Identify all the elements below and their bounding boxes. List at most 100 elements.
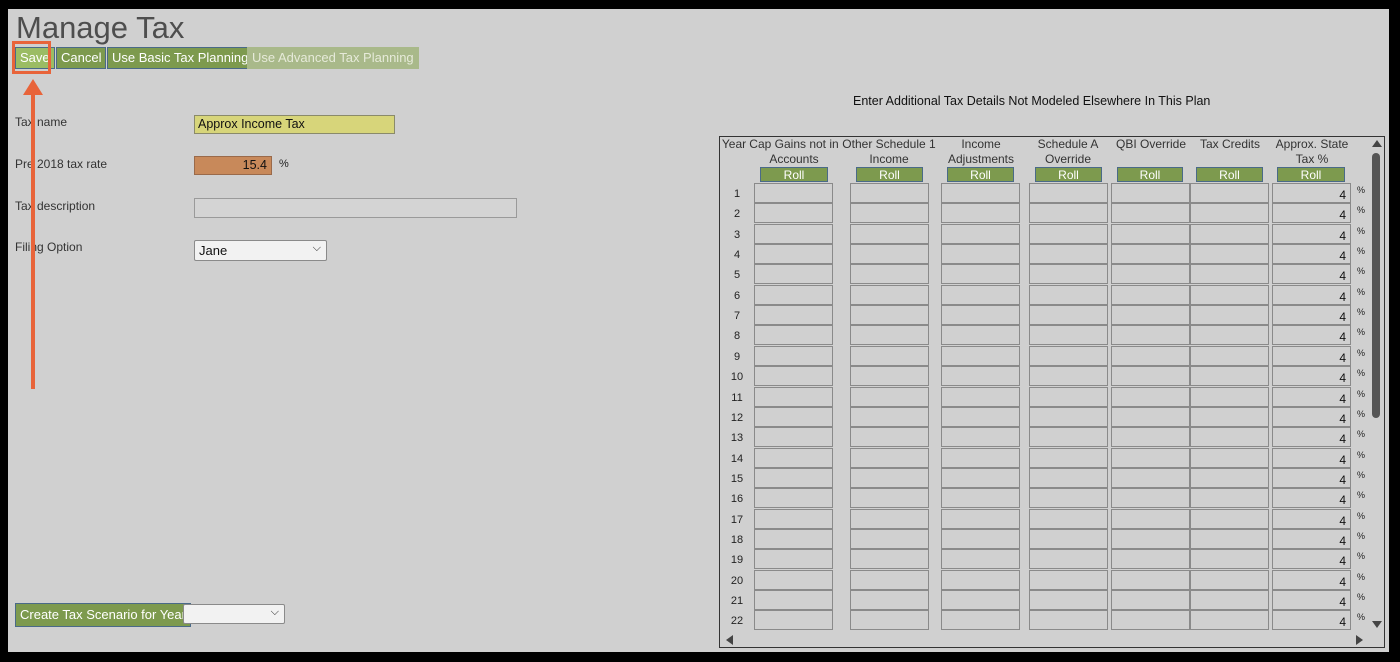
table-cell-input[interactable] bbox=[941, 610, 1020, 630]
scrollbar-thumb[interactable] bbox=[1372, 153, 1380, 418]
table-cell-input[interactable] bbox=[1111, 305, 1190, 325]
table-cell-input[interactable] bbox=[1190, 427, 1269, 447]
table-cell-input[interactable] bbox=[850, 590, 929, 610]
table-cell-input[interactable]: 4 bbox=[1272, 203, 1351, 223]
table-cell-input[interactable] bbox=[1029, 224, 1108, 244]
table-cell-input[interactable] bbox=[850, 549, 929, 569]
table-cell-input[interactable] bbox=[1111, 549, 1190, 569]
filing-option-select[interactable]: Jane ⌵ bbox=[194, 240, 327, 261]
roll-down-button[interactable]: Roll Down bbox=[760, 167, 828, 195]
table-cell-input[interactable] bbox=[1111, 183, 1190, 203]
table-cell-input[interactable] bbox=[1111, 529, 1190, 549]
table-cell-input[interactable] bbox=[1111, 203, 1190, 223]
use-basic-tax-planning-button[interactable]: Use Basic Tax Planning bbox=[107, 47, 254, 69]
table-cell-input[interactable] bbox=[941, 529, 1020, 549]
table-cell-input[interactable] bbox=[1190, 183, 1269, 203]
table-cell-input[interactable]: 4 bbox=[1272, 285, 1351, 305]
table-cell-input[interactable] bbox=[1029, 325, 1108, 345]
table-cell-input[interactable] bbox=[941, 387, 1020, 407]
table-cell-input[interactable] bbox=[850, 427, 929, 447]
scroll-right-icon[interactable] bbox=[1356, 635, 1363, 645]
table-cell-input[interactable] bbox=[1190, 448, 1269, 468]
table-cell-input[interactable] bbox=[1111, 325, 1190, 345]
table-cell-input[interactable] bbox=[1190, 264, 1269, 284]
table-cell-input[interactable] bbox=[850, 570, 929, 590]
table-cell-input[interactable] bbox=[1029, 203, 1108, 223]
table-cell-input[interactable] bbox=[1111, 468, 1190, 488]
table-cell-input[interactable] bbox=[1190, 305, 1269, 325]
table-cell-input[interactable] bbox=[1190, 346, 1269, 366]
scroll-down-icon[interactable] bbox=[1372, 621, 1382, 628]
table-cell-input[interactable] bbox=[1029, 427, 1108, 447]
table-cell-input[interactable] bbox=[941, 590, 1020, 610]
table-cell-input[interactable] bbox=[1111, 570, 1190, 590]
table-cell-input[interactable] bbox=[754, 570, 833, 590]
table-cell-input[interactable] bbox=[941, 549, 1020, 569]
table-cell-input[interactable] bbox=[1029, 529, 1108, 549]
table-cell-input[interactable]: 4 bbox=[1272, 244, 1351, 264]
table-cell-input[interactable] bbox=[1190, 549, 1269, 569]
table-cell-input[interactable] bbox=[850, 183, 929, 203]
table-cell-input[interactable] bbox=[850, 509, 929, 529]
table-cell-input[interactable] bbox=[941, 183, 1020, 203]
table-cell-input[interactable] bbox=[1190, 387, 1269, 407]
table-cell-input[interactable] bbox=[1029, 509, 1108, 529]
table-cell-input[interactable]: 4 bbox=[1272, 549, 1351, 569]
table-cell-input[interactable] bbox=[1029, 183, 1108, 203]
table-cell-input[interactable] bbox=[850, 244, 929, 264]
table-cell-input[interactable] bbox=[1029, 549, 1108, 569]
table-cell-input[interactable] bbox=[1029, 285, 1108, 305]
table-cell-input[interactable] bbox=[1111, 509, 1190, 529]
table-cell-input[interactable] bbox=[941, 203, 1020, 223]
table-cell-input[interactable]: 4 bbox=[1272, 224, 1351, 244]
table-cell-input[interactable] bbox=[1111, 610, 1190, 630]
table-cell-input[interactable] bbox=[754, 285, 833, 305]
table-cell-input[interactable]: 4 bbox=[1272, 488, 1351, 508]
table-cell-input[interactable] bbox=[1111, 244, 1190, 264]
table-cell-input[interactable] bbox=[941, 366, 1020, 386]
table-cell-input[interactable] bbox=[1111, 407, 1190, 427]
scroll-left-icon[interactable] bbox=[726, 635, 733, 645]
table-cell-input[interactable] bbox=[1190, 407, 1269, 427]
table-cell-input[interactable]: 4 bbox=[1272, 610, 1351, 630]
table-cell-input[interactable] bbox=[1190, 509, 1269, 529]
table-cell-input[interactable] bbox=[754, 590, 833, 610]
table-cell-input[interactable] bbox=[1190, 203, 1269, 223]
table-cell-input[interactable] bbox=[1029, 264, 1108, 284]
table-cell-input[interactable] bbox=[850, 488, 929, 508]
table-cell-input[interactable] bbox=[1111, 590, 1190, 610]
table-cell-input[interactable] bbox=[1029, 610, 1108, 630]
table-cell-input[interactable] bbox=[941, 570, 1020, 590]
table-cell-input[interactable] bbox=[1111, 366, 1190, 386]
cancel-button[interactable]: Cancel bbox=[56, 47, 107, 69]
table-cell-input[interactable]: 4 bbox=[1272, 468, 1351, 488]
table-cell-input[interactable]: 4 bbox=[1272, 346, 1351, 366]
table-cell-input[interactable] bbox=[754, 427, 833, 447]
table-cell-input[interactable] bbox=[1029, 244, 1108, 264]
table-cell-input[interactable] bbox=[941, 509, 1020, 529]
table-cell-input[interactable] bbox=[754, 346, 833, 366]
table-cell-input[interactable] bbox=[1111, 264, 1190, 284]
table-cell-input[interactable] bbox=[1190, 529, 1269, 549]
table-cell-input[interactable]: 4 bbox=[1272, 183, 1351, 203]
table-cell-input[interactable] bbox=[941, 427, 1020, 447]
table-cell-input[interactable] bbox=[941, 224, 1020, 244]
table-cell-input[interactable] bbox=[754, 366, 833, 386]
table-cell-input[interactable] bbox=[1029, 305, 1108, 325]
table-cell-input[interactable]: 4 bbox=[1272, 509, 1351, 529]
tax-description-input[interactable] bbox=[194, 198, 517, 218]
table-cell-input[interactable] bbox=[1029, 346, 1108, 366]
table-cell-input[interactable]: 4 bbox=[1272, 387, 1351, 407]
table-cell-input[interactable] bbox=[1190, 570, 1269, 590]
table-cell-input[interactable] bbox=[850, 203, 929, 223]
table-cell-input[interactable] bbox=[754, 549, 833, 569]
table-cell-input[interactable] bbox=[1029, 407, 1108, 427]
table-cell-input[interactable] bbox=[941, 448, 1020, 468]
table-cell-input[interactable] bbox=[1190, 285, 1269, 305]
table-cell-input[interactable] bbox=[850, 448, 929, 468]
table-cell-input[interactable] bbox=[754, 305, 833, 325]
table-cell-input[interactable] bbox=[1111, 346, 1190, 366]
roll-down-button[interactable]: Roll Down bbox=[947, 167, 1014, 195]
table-cell-input[interactable] bbox=[850, 468, 929, 488]
horizontal-scrollbar[interactable] bbox=[720, 631, 1369, 647]
